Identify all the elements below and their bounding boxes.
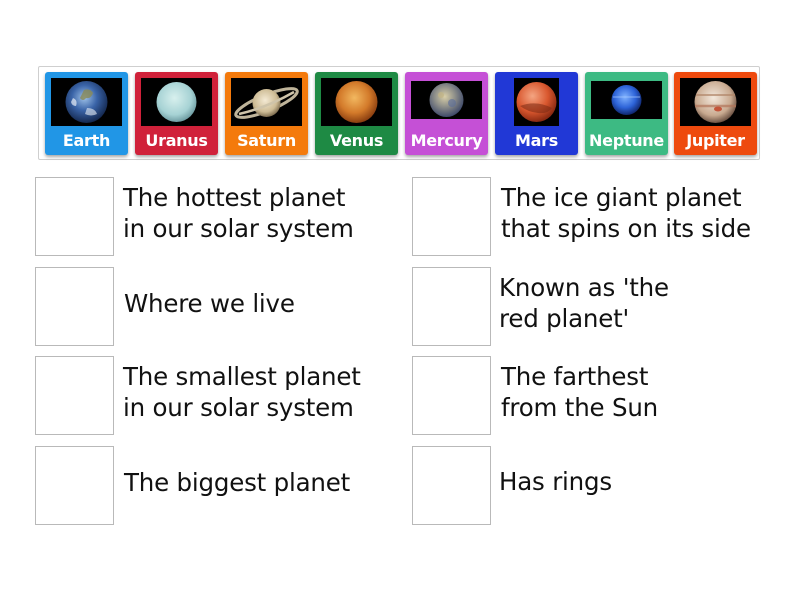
drop-box-right-3[interactable] xyxy=(412,356,491,435)
card-mercury[interactable]: Mercury xyxy=(405,72,488,155)
clue-line: Known as 'the xyxy=(499,273,669,302)
card-jupiter[interactable]: Jupiter xyxy=(674,72,757,155)
clue-line: The farthest xyxy=(501,362,649,391)
jupiter-icon xyxy=(680,78,751,126)
clue-hottest-planet: The hottest planet in our solar system xyxy=(123,182,354,244)
mars-icon xyxy=(514,78,559,126)
card-mars[interactable]: Mars xyxy=(495,72,578,155)
card-label: Uranus xyxy=(145,131,208,150)
card-label: Jupiter xyxy=(686,131,745,150)
card-uranus[interactable]: Uranus xyxy=(135,72,218,155)
venus-icon xyxy=(321,78,392,126)
clue-line: Has rings xyxy=(499,467,612,496)
clue-line: The biggest planet xyxy=(124,468,351,497)
earth-icon xyxy=(51,78,122,126)
clue-line: in our solar system xyxy=(123,393,354,422)
clue-line: Where we live xyxy=(124,289,295,318)
clue-has-rings: Has rings xyxy=(499,466,612,497)
clue-line: red planet' xyxy=(499,304,630,333)
clue-red-planet: Known as 'the red planet' xyxy=(499,272,669,334)
drop-box-right-4[interactable] xyxy=(412,446,491,525)
clue-line: from the Sun xyxy=(501,393,659,422)
clue-line: The hottest planet xyxy=(123,183,346,212)
clue-line: that spins on its side xyxy=(501,214,751,243)
card-venus[interactable]: Venus xyxy=(315,72,398,155)
card-neptune[interactable]: Neptune xyxy=(585,72,668,155)
clue-ice-giant: The ice giant planet that spins on its s… xyxy=(501,182,751,244)
clue-line: in our solar system xyxy=(123,214,354,243)
clue-smallest-planet: The smallest planet in our solar system xyxy=(123,361,361,423)
card-saturn[interactable]: Saturn xyxy=(225,72,308,155)
card-label: Venus xyxy=(329,131,384,150)
clue-where-we-live: Where we live xyxy=(124,288,295,319)
mercury-icon xyxy=(411,81,482,119)
card-label: Saturn xyxy=(237,131,296,150)
card-label: Mercury xyxy=(410,131,483,150)
clue-line: The smallest planet xyxy=(123,362,361,391)
drop-box-left-4[interactable] xyxy=(35,446,114,525)
drop-box-right-2[interactable] xyxy=(412,267,491,346)
planet-card-tray: Earth Uranus Saturn Venus Mercury Mars N… xyxy=(38,66,760,160)
clue-biggest-planet: The biggest planet xyxy=(124,467,350,498)
drop-box-left-3[interactable] xyxy=(35,356,114,435)
card-earth[interactable]: Earth xyxy=(45,72,128,155)
card-label: Neptune xyxy=(589,131,664,150)
drop-box-right-1[interactable] xyxy=(412,177,491,256)
clue-farthest-from-sun: The farthest from the Sun xyxy=(501,361,658,423)
saturn-icon xyxy=(231,78,302,126)
uranus-icon xyxy=(141,78,212,126)
card-label: Earth xyxy=(62,131,111,150)
neptune-icon xyxy=(591,81,662,119)
drop-box-left-2[interactable] xyxy=(35,267,114,346)
clue-line: The ice giant planet xyxy=(501,183,742,212)
drop-box-left-1[interactable] xyxy=(35,177,114,256)
card-label: Mars xyxy=(515,131,558,150)
